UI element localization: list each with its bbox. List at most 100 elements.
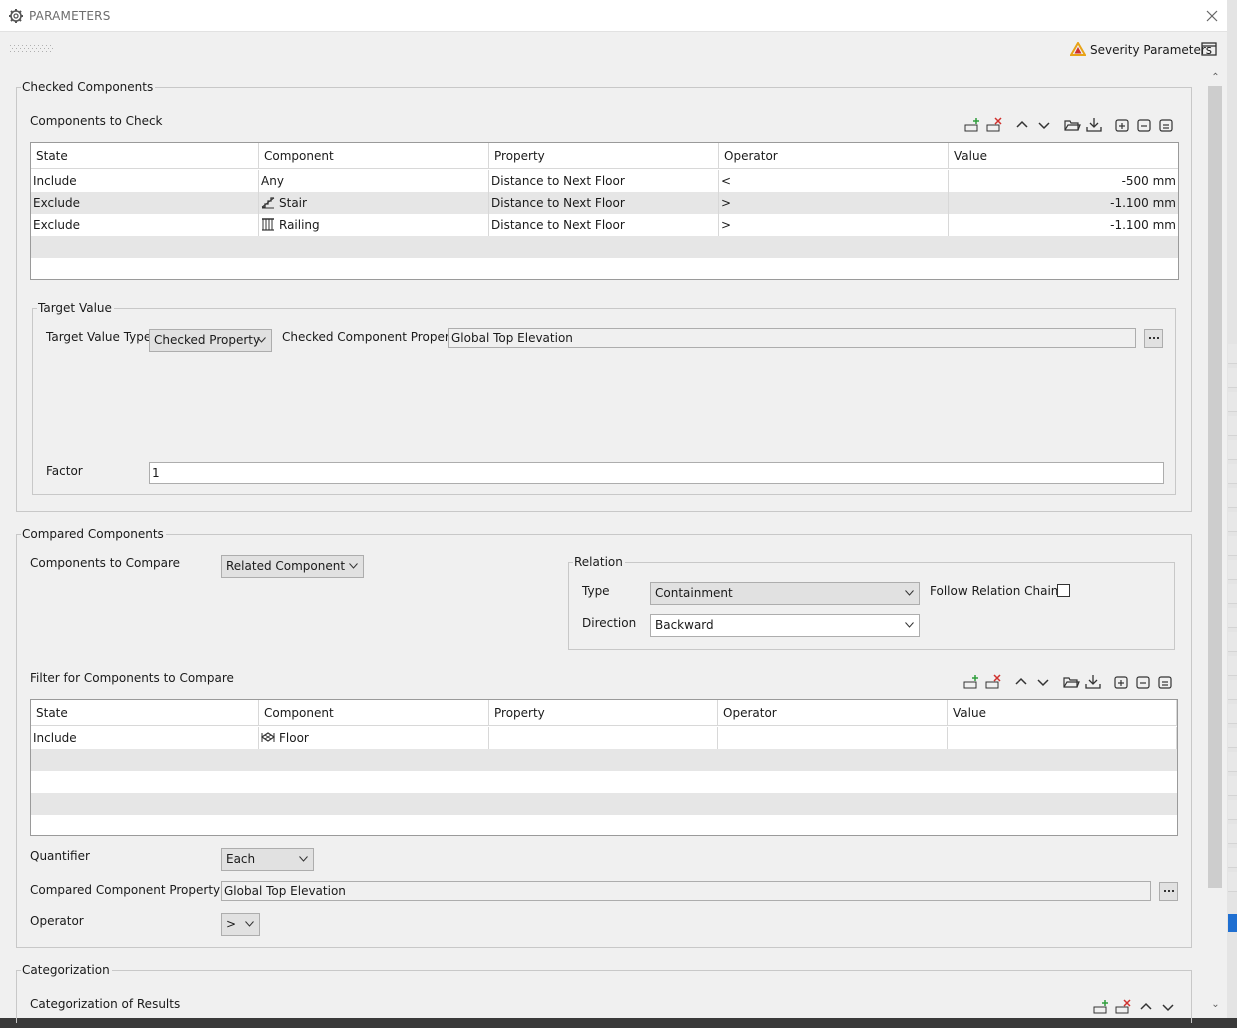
collapse-all-icon[interactable] [1134, 673, 1152, 691]
column-header-component[interactable]: Component [259, 143, 489, 169]
delete-row-icon[interactable] [1114, 998, 1132, 1016]
checked-component-property-field[interactable]: Global Top Elevation [448, 328, 1136, 348]
move-down-icon[interactable] [1034, 673, 1052, 691]
cell-property[interactable]: Distance to Next Floor [489, 170, 719, 192]
cell-component[interactable]: Any [259, 170, 489, 192]
follow-relation-chain-checkbox[interactable] [1057, 584, 1070, 597]
open-folder-icon[interactable] [1063, 116, 1081, 134]
operator-value: > [226, 917, 237, 931]
cell-operator[interactable] [718, 727, 948, 749]
cell-property[interactable]: Distance to Next Floor [489, 214, 719, 236]
direction-select[interactable]: Backward [650, 614, 920, 637]
components-to-check-table[interactable]: State Component Property Operator Value … [30, 142, 1179, 280]
delete-row-icon[interactable] [985, 116, 1003, 134]
cell-component[interactable]: Floor [259, 727, 489, 749]
add-row-icon[interactable] [963, 116, 981, 134]
scrollbar-thumb[interactable] [1208, 86, 1222, 888]
panel-layout-icon[interactable] [1201, 42, 1217, 56]
target-value-type-select[interactable]: Checked Property [149, 329, 272, 352]
column-header-operator[interactable]: Operator [718, 700, 948, 726]
cell-operator[interactable]: < [719, 170, 949, 192]
column-header-operator[interactable]: Operator [719, 143, 949, 169]
cell-value[interactable] [948, 727, 1177, 749]
delete-row-icon[interactable] [984, 673, 1002, 691]
open-folder-icon[interactable] [1062, 673, 1080, 691]
checked-component-property-label: Checked Component Property [282, 330, 462, 344]
component-label: Floor [279, 731, 309, 745]
background-strip-cell [1228, 752, 1237, 772]
column-header-state[interactable]: State [31, 700, 259, 726]
cell-value[interactable]: -1.100 mm [949, 214, 1178, 236]
background-strip-cell [1228, 704, 1237, 724]
quantifier-select[interactable]: Each [221, 848, 314, 871]
expand-all-icon[interactable] [1112, 673, 1130, 691]
components-to-compare-select[interactable]: Related Component [221, 555, 364, 578]
add-row-icon[interactable] [962, 673, 980, 691]
download-icon[interactable] [1085, 116, 1103, 134]
cell-state[interactable]: Exclude [31, 214, 259, 236]
column-header-property[interactable]: Property [489, 700, 718, 726]
add-row-icon[interactable] [1092, 998, 1110, 1016]
clear-list-icon[interactable] [1156, 673, 1174, 691]
background-strip-cell [1228, 776, 1237, 796]
empty-table-row [31, 236, 1178, 258]
cell-operator[interactable]: > [719, 214, 949, 236]
component-label: Stair [279, 196, 307, 210]
move-up-icon[interactable] [1012, 673, 1030, 691]
move-up-icon[interactable] [1137, 998, 1155, 1016]
close-icon[interactable] [1203, 7, 1221, 25]
operator-select[interactable]: > [221, 913, 260, 936]
column-header-value[interactable]: Value [948, 700, 1177, 726]
cell-property[interactable] [489, 727, 718, 749]
cell-state[interactable]: Exclude [31, 192, 259, 214]
quantifier-value: Each [226, 852, 256, 866]
background-strip-cell [1228, 848, 1237, 868]
background-strip-cell [1228, 368, 1237, 388]
cell-component[interactable]: Railing [259, 214, 489, 236]
relation-type-select[interactable]: Containment [650, 582, 920, 605]
scroll-up-icon[interactable]: ⌃ [1207, 70, 1224, 86]
column-header-value[interactable]: Value [949, 143, 1178, 169]
background-strip-cell [1228, 560, 1237, 580]
ellipsis-icon [1164, 890, 1174, 892]
column-header-state[interactable]: State [31, 143, 259, 169]
severity-warning-icon[interactable] [1070, 42, 1086, 56]
drag-grip-icon[interactable] [8, 42, 56, 56]
compared-component-property-field[interactable]: Global Top Elevation [221, 881, 1151, 901]
relation-type-label: Type [582, 584, 610, 598]
chevron-down-icon [299, 856, 308, 862]
scroll-down-icon[interactable]: ⌄ [1207, 997, 1224, 1013]
cell-state[interactable]: Include [31, 727, 259, 749]
follow-relation-chain-label: Follow Relation Chain [930, 584, 1059, 598]
column-header-property[interactable]: Property [489, 143, 719, 169]
background-strip-cell [1228, 344, 1237, 364]
clear-list-icon[interactable] [1157, 116, 1175, 134]
download-icon[interactable] [1084, 673, 1102, 691]
background-strip-cell [1228, 608, 1237, 628]
table-row[interactable]: Exclude Railing Distance to Next Floor >… [31, 214, 1178, 236]
background-strip-cell [1228, 584, 1237, 604]
column-header-component[interactable]: Component [259, 700, 489, 726]
table-row[interactable]: Exclude Stair Distance to Next Floor > -… [31, 192, 1178, 214]
browse-property-button[interactable] [1144, 329, 1163, 348]
collapse-all-icon[interactable] [1135, 116, 1153, 134]
background-strip-cell [1228, 656, 1237, 676]
move-down-icon[interactable] [1035, 116, 1053, 134]
cell-operator[interactable]: > [719, 192, 949, 214]
browse-property-button[interactable] [1159, 882, 1178, 901]
table-row[interactable]: Include Any Distance to Next Floor < -50… [31, 170, 1178, 192]
cell-property[interactable]: Distance to Next Floor [489, 192, 719, 214]
cell-component[interactable]: Stair [259, 192, 489, 214]
severity-parameters-link[interactable]: Severity Parameters [1090, 43, 1212, 57]
cell-state[interactable]: Include [31, 170, 259, 192]
filter-components-table[interactable]: State Component Property Operator Value … [30, 699, 1178, 836]
cell-value[interactable]: -1.100 mm [949, 192, 1178, 214]
expand-all-icon[interactable] [1113, 116, 1131, 134]
cell-value[interactable]: -500 mm [949, 170, 1178, 192]
move-up-icon[interactable] [1013, 116, 1031, 134]
compared-components-legend: Compared Components [22, 527, 164, 541]
move-down-icon[interactable] [1159, 998, 1177, 1016]
factor-input[interactable]: 1 [149, 462, 1164, 484]
table-row[interactable]: Include Floor [31, 727, 1177, 749]
components-to-compare-value: Related Component [226, 559, 346, 573]
